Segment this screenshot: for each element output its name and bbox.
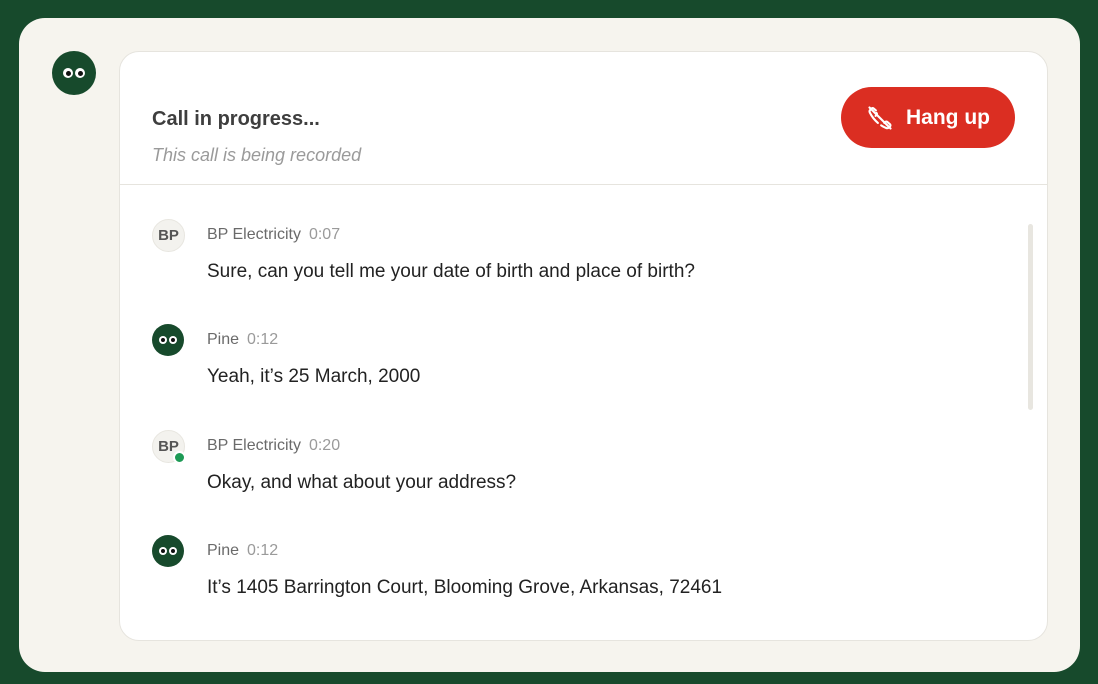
message-time: 0:07: [308, 226, 341, 243]
message-text: Sure, can you tell me your date of birth…: [207, 261, 695, 282]
pine-eyes-icon: [63, 68, 85, 78]
speaker-name: Pine: [207, 331, 240, 348]
speaker-name: BP Electricity: [207, 437, 301, 454]
hang-up-button[interactable]: Hang up: [841, 87, 1015, 148]
pine-eyes-icon: [159, 336, 177, 344]
recording-notice: This call is being recorded: [152, 145, 362, 165]
pine-eyes-icon: [159, 547, 177, 555]
message-meta: BP Electricity 0:20: [207, 437, 340, 455]
pine-logo-avatar: [52, 51, 96, 95]
bp-avatar: BP: [152, 430, 186, 464]
call-card: Call in progress... This call is being r…: [119, 51, 1048, 641]
message-time: 0:12: [247, 542, 279, 559]
message-meta: Pine 0:12: [207, 542, 278, 560]
message-time: 0:12: [247, 331, 279, 348]
message-text: It’s 1405 Barrington Court, Blooming Gro…: [207, 577, 723, 598]
speaker-name: Pine: [207, 542, 240, 559]
speaker-name: BP Electricity: [207, 226, 301, 243]
speaking-indicator: [173, 451, 186, 464]
transcript-scrollbar[interactable]: [1028, 224, 1033, 410]
transcript: BP BP Electricity 0:07 Sure, can you tell…: [120, 185, 1047, 640]
message-text: Okay, and what about your address?: [207, 472, 517, 493]
phone-hangup-icon: [868, 105, 892, 130]
bp-avatar: BP: [152, 219, 185, 252]
pine-avatar: [152, 535, 184, 567]
pine-avatar: [152, 324, 184, 356]
message-time: 0:20: [308, 437, 341, 454]
call-panel: Call in progress... This call is being r…: [19, 18, 1080, 672]
hang-up-label: Hang up: [906, 105, 990, 129]
message-meta: BP Electricity 0:07: [207, 226, 340, 244]
message-text: Yeah, it’s 25 March, 2000: [207, 366, 421, 387]
call-status-title: Call in progress...: [152, 108, 320, 130]
message-meta: Pine 0:12: [207, 331, 278, 349]
call-header: Call in progress... This call is being r…: [120, 52, 1047, 185]
